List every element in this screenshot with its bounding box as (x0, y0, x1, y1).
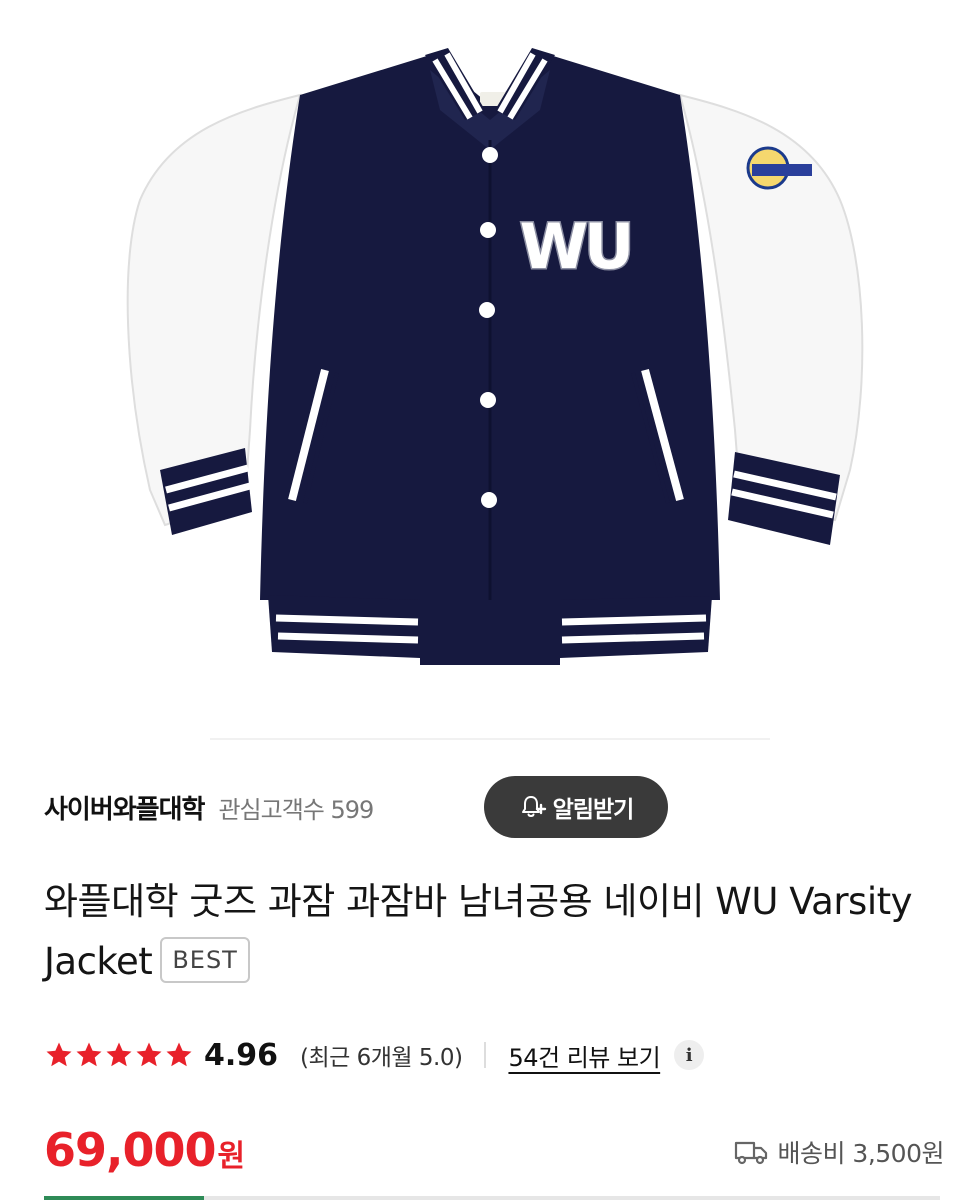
rating-score: 4.96 (204, 1037, 279, 1073)
bell-plus-icon (521, 796, 546, 817)
star-rating (44, 1040, 194, 1070)
jacket-letters: WU (520, 210, 631, 283)
seller-fans-count: 관심고객수 599 (218, 795, 374, 824)
truck-icon (735, 1141, 768, 1165)
notify-button[interactable]: 알림받기 (484, 776, 668, 838)
price-unit: 원 (217, 1139, 246, 1174)
star-icon (136, 1042, 162, 1067)
star-icon (166, 1042, 192, 1067)
star-icon (106, 1042, 132, 1067)
seller-row: 사이버와플대학 관심고객수 599 알림받기 (44, 776, 944, 838)
best-badge: BEST (160, 936, 250, 983)
seller-name[interactable]: 사이버와플대학 (44, 789, 205, 826)
info-icon[interactable]: i (674, 1040, 705, 1070)
jacket-illustration: WU (126, 48, 864, 665)
product-title: 와플대학 굿즈 과잠 과잠바 남녀공용 네이비 WU Varsity Jacke… (44, 872, 944, 992)
product-image[interactable]: WU (0, 0, 980, 745)
star-icon (46, 1042, 72, 1067)
progress-track (204, 1196, 940, 1200)
star-icon (76, 1042, 102, 1067)
image-divider (210, 738, 770, 740)
divider (484, 1042, 487, 1068)
rating-row: 4.96 (최근 6개월 5.0) 54건 리뷰 보기 i (44, 1032, 944, 1078)
rating-recent: (최근 6개월 5.0) (300, 1045, 463, 1071)
review-link[interactable]: 54건 리뷰 보기 (508, 1038, 660, 1073)
shipping-info: 배송비 3,500원 (733, 1134, 944, 1170)
price-amount: 69,000 (44, 1123, 217, 1177)
shipping-label: 배송비 3,500원 (777, 1139, 944, 1168)
progress-accent (44, 1196, 204, 1200)
notify-label: 알림받기 (552, 797, 635, 823)
price-row: 69,000 원 배송비 3,500원 (44, 1120, 944, 1180)
